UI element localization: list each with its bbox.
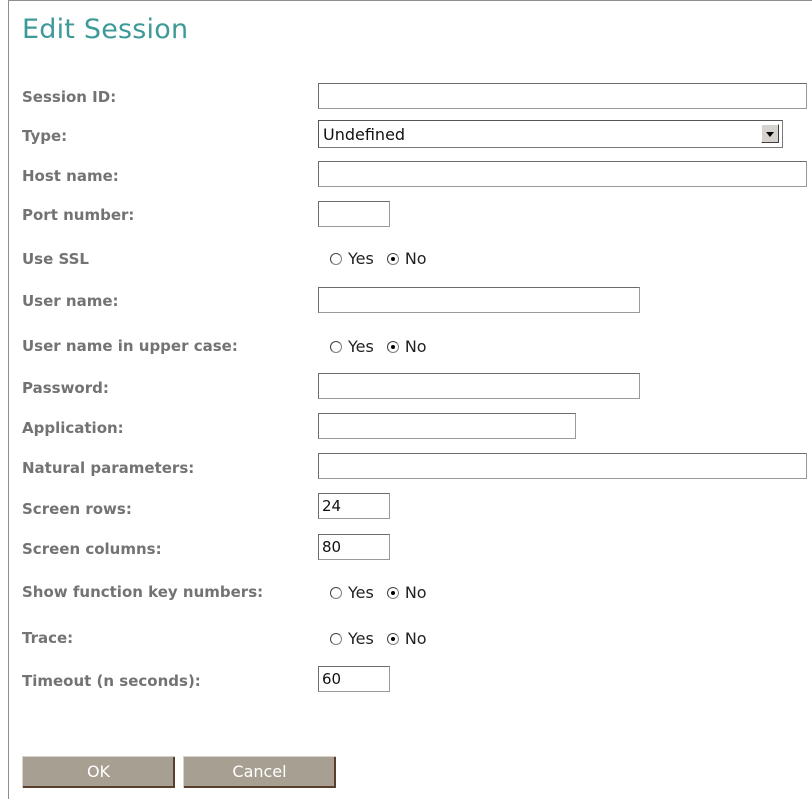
user-name-upper-radio-group: Yes No [330, 337, 440, 356]
user-name-upper-yes-label[interactable]: Yes [348, 337, 374, 356]
use-ssl-yes-radio[interactable] [330, 252, 342, 265]
type-select-value: Undefined [323, 125, 406, 144]
timeout-label: Timeout (n seconds): [22, 672, 201, 690]
natural-parameters-input[interactable] [318, 453, 807, 479]
natural-parameters-label: Natural parameters: [22, 459, 195, 477]
password-input[interactable] [318, 373, 640, 399]
show-function-keys-yes-radio[interactable] [330, 586, 342, 599]
ok-button[interactable]: OK [22, 756, 175, 788]
use-ssl-no-radio[interactable] [386, 252, 399, 265]
user-name-label: User name: [22, 292, 119, 310]
use-ssl-yes-label[interactable]: Yes [348, 249, 374, 268]
type-select[interactable]: Undefined [318, 120, 783, 148]
chevron-down-icon[interactable] [761, 124, 779, 143]
show-function-keys-yes-label[interactable]: Yes [348, 583, 374, 602]
host-name-label: Host name: [22, 167, 119, 185]
user-name-upper-no-radio[interactable] [386, 340, 399, 353]
user-name-upper-no-label[interactable]: No [405, 337, 427, 356]
use-ssl-no-label[interactable]: No [405, 249, 427, 268]
trace-no-radio[interactable] [386, 632, 399, 645]
application-label: Application: [22, 419, 124, 437]
trace-yes-radio[interactable] [330, 632, 342, 645]
screen-columns-input[interactable] [318, 534, 390, 560]
page-title: Edit Session [22, 14, 189, 45]
trace-no-label[interactable]: No [405, 629, 427, 648]
port-number-input[interactable] [318, 201, 390, 227]
use-ssl-label: Use SSL [22, 250, 89, 268]
user-name-upper-yes-radio[interactable] [330, 340, 342, 353]
show-function-keys-no-label[interactable]: No [405, 583, 427, 602]
cancel-button[interactable]: Cancel [183, 756, 336, 788]
screen-rows-label: Screen rows: [22, 500, 132, 518]
host-name-input[interactable] [318, 161, 807, 187]
screen-columns-label: Screen columns: [22, 540, 162, 558]
session-id-label: Session ID: [22, 88, 117, 106]
timeout-input[interactable] [318, 666, 390, 692]
password-label: Password: [22, 379, 109, 397]
screen-rows-input[interactable] [318, 493, 390, 519]
show-function-keys-no-radio[interactable] [386, 586, 399, 599]
use-ssl-radio-group: Yes No [330, 249, 440, 268]
session-id-input[interactable] [318, 83, 807, 109]
user-name-upper-label: User name in upper case: [22, 337, 238, 355]
show-function-keys-radio-group: Yes No [330, 583, 440, 602]
user-name-input[interactable] [318, 287, 640, 313]
show-function-keys-label: Show function key numbers: [22, 583, 264, 601]
application-input[interactable] [318, 413, 576, 439]
type-label: Type: [22, 127, 68, 145]
port-number-label: Port number: [22, 206, 135, 224]
trace-label: Trace: [22, 629, 74, 647]
trace-radio-group: Yes No [330, 629, 440, 648]
trace-yes-label[interactable]: Yes [348, 629, 374, 648]
